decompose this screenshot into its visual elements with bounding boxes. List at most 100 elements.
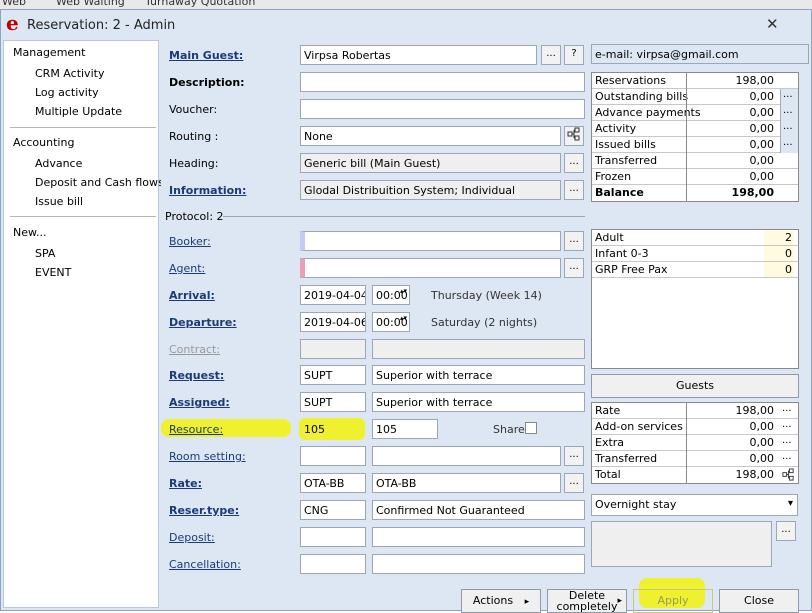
rate-row-total: Total 198,00 (592, 467, 798, 483)
sidebar-item-spa[interactable]: SPA (35, 247, 55, 260)
agent-label[interactable]: Agent: (169, 262, 205, 275)
rate-code-field[interactable]: OTA-BB (300, 473, 366, 493)
sidebar-item-advance[interactable]: Advance (35, 157, 82, 170)
guests-button[interactable]: Guests (591, 374, 799, 398)
routing-label: Routing : (169, 130, 219, 143)
cancellation-desc-field[interactable] (372, 554, 585, 574)
activity-browse-button[interactable]: ... (783, 121, 793, 137)
pax-value[interactable]: 2 (764, 230, 794, 245)
rate-row-browse-button[interactable]: ... (782, 403, 792, 414)
summary-value: 0,00 (749, 106, 775, 119)
rate-row-browse-button[interactable]: ... (782, 419, 792, 430)
rate-row-browse-button[interactable]: ... (782, 435, 792, 446)
chevron-down-icon[interactable]: ▾ (788, 498, 793, 509)
request-label[interactable]: Request: (169, 369, 224, 382)
sidebar-item-multiple-update[interactable]: Multiple Update (35, 105, 122, 118)
close-icon[interactable]: ✕ (766, 15, 779, 33)
main-guest-field[interactable]: Virpsa Robertas (300, 45, 537, 65)
advance-payments-browse-button[interactable]: ... (783, 105, 793, 121)
assigned-label[interactable]: Assigned: (169, 396, 230, 409)
room-setting-label[interactable]: Room setting: (169, 450, 246, 463)
delete-completely-button[interactable]: Delete completely ▸ (547, 589, 627, 613)
rate-row-value: 198,00 (735, 404, 775, 417)
title-bar: e Reservation: 2 - Admin ✕ (1, 10, 811, 40)
close-button[interactable]: Close (719, 589, 799, 613)
summary-value: 198,00 (731, 186, 774, 199)
rate-desc-field[interactable]: OTA-BB (372, 473, 561, 493)
deposit-code-field[interactable] (300, 527, 366, 547)
booker-browse-button[interactable]: ... (564, 231, 584, 251)
routing-tree-icon[interactable] (564, 126, 584, 146)
booker-field[interactable] (300, 231, 561, 251)
request-code-field[interactable]: SUPT (300, 365, 366, 385)
departure-date-field[interactable]: 2019-04-06 (300, 312, 366, 332)
arrival-time-spinner-icon[interactable]: ▴▾ (400, 288, 408, 295)
cancellation-label[interactable]: Cancellation: (169, 558, 241, 571)
sidebar-item-issue-bill[interactable]: Issue bill (35, 195, 83, 208)
assigned-code-field[interactable]: SUPT (300, 392, 366, 412)
arrival-label[interactable]: Arrival: (169, 289, 215, 302)
cancellation-code-field[interactable] (300, 554, 366, 574)
main-guest-browse-button[interactable]: ... (541, 45, 561, 65)
summary-row: Issued bills 0,00 (592, 137, 798, 153)
information-label[interactable]: Information: (169, 184, 246, 197)
reser-type-code-field[interactable]: CNG (300, 500, 366, 520)
deposit-desc-field[interactable] (372, 527, 585, 547)
assigned-desc-field[interactable]: Superior with terrace (372, 392, 585, 412)
share-checkbox[interactable] (525, 422, 537, 434)
notes-area[interactable] (591, 521, 772, 567)
arrival-date-field[interactable]: 2019-04-04 (300, 285, 366, 305)
room-setting-code-field[interactable] (300, 446, 366, 466)
triangle-right-icon: ▸ (524, 597, 530, 607)
rate-row-browse-button[interactable]: ... (782, 451, 792, 462)
departure-label[interactable]: Departure: (169, 316, 237, 329)
heading-field[interactable]: Generic bill (Main Guest) (300, 153, 561, 173)
departure-time-spinner-icon[interactable]: ▴▾ (400, 315, 408, 322)
room-setting-desc-field[interactable] (372, 446, 561, 466)
summary-label: Reservations (595, 74, 666, 87)
resource-code-field[interactable]: 105 (300, 419, 366, 439)
sidebar-heading-new[interactable]: New... (13, 226, 46, 239)
rate-browse-button[interactable]: ... (564, 473, 584, 493)
information-field[interactable]: Glodal Distribuition System; Individual (300, 180, 561, 200)
rate-row-value: 0,00 (749, 420, 775, 433)
actions-button[interactable]: Actions ▸ (461, 589, 541, 613)
main-guest-label[interactable]: Main Guest: (169, 49, 243, 62)
notes-browse-button[interactable]: ... (776, 521, 796, 541)
pax-value[interactable]: 0 (764, 246, 794, 261)
pax-value[interactable]: 0 (764, 262, 794, 277)
information-browse-button[interactable]: ... (564, 180, 584, 200)
summary-value: 0,00 (749, 154, 775, 167)
sidebar-divider (10, 127, 156, 128)
issued-bills-browse-button[interactable]: ... (783, 137, 793, 153)
request-desc-field[interactable]: Superior with terrace (372, 365, 585, 385)
summary-row: Outstanding bills 0,00 (592, 89, 798, 105)
sidebar-item-event[interactable]: EVENT (35, 266, 71, 279)
rate-table: Rate 198,00... Add-on services 0,00... Ext… (591, 402, 799, 484)
sidebar-item-deposit-cash[interactable]: Deposit and Cash flows (35, 176, 164, 189)
outstanding-bills-browse-button[interactable]: ... (783, 89, 793, 105)
description-field[interactable] (300, 72, 585, 92)
summary-value: 0,00 (749, 170, 775, 183)
deposit-label[interactable]: Deposit: (169, 531, 215, 544)
room-setting-browse-button[interactable]: ... (564, 446, 584, 466)
agent-field[interactable] (300, 258, 561, 278)
reser-type-label[interactable]: Reser.type: (169, 504, 239, 517)
total-tree-icon[interactable] (782, 468, 795, 484)
resource-label[interactable]: Resource: (169, 423, 223, 436)
reservation-form: Main Guest: Virpsa Robertas ... ? e-mail… (161, 40, 811, 613)
apply-button[interactable]: Apply (633, 589, 713, 613)
pax-row: Infant 0-3 0 (592, 246, 798, 262)
reser-type-desc-field[interactable]: Confirmed Not Guaranteed (372, 500, 585, 520)
agent-browse-button[interactable]: ... (564, 258, 584, 278)
resource-field[interactable]: 105 (372, 419, 438, 439)
main-guest-help-button[interactable]: ? (564, 45, 584, 65)
stay-type-select[interactable]: Overnight stay ▾ (591, 494, 798, 516)
sidebar-item-crm-activity[interactable]: CRM Activity (35, 67, 104, 80)
heading-browse-button[interactable]: ... (564, 153, 584, 173)
booker-label[interactable]: Booker: (169, 235, 211, 248)
sidebar-item-log-activity[interactable]: Log activity (35, 86, 99, 99)
rate-label[interactable]: Rate: (169, 477, 202, 490)
routing-field[interactable]: None (300, 126, 561, 146)
voucher-field[interactable] (300, 99, 585, 119)
